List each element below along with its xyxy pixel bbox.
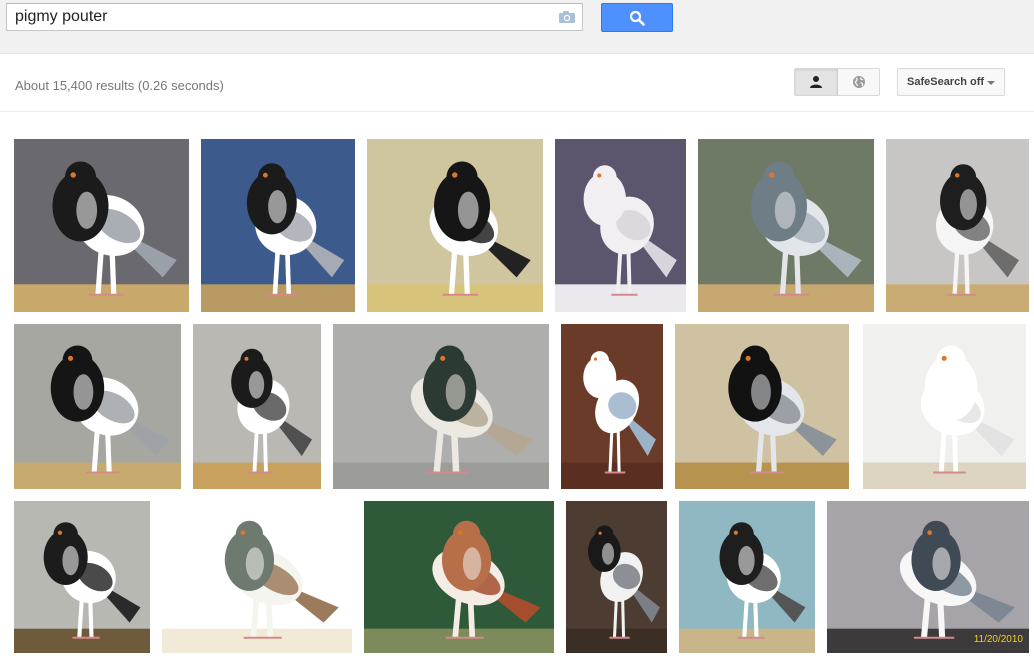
image-result-thumbnail[interactable] [14,501,150,653]
image-result-thumbnail[interactable] [675,324,849,489]
image-result-thumbnail[interactable] [863,324,1026,489]
image-result-thumbnail[interactable] [162,501,352,653]
image-result-thumbnail[interactable] [364,501,554,653]
image-result-thumbnail[interactable] [566,501,667,653]
image-result-thumbnail[interactable] [367,139,543,312]
image-result-thumbnail[interactable] [333,324,549,489]
image-result-thumbnail[interactable] [14,324,181,489]
image-result-thumbnail[interactable] [561,324,663,489]
image-result-thumbnail[interactable] [555,139,686,312]
image-result-thumbnail[interactable] [14,139,189,312]
image-date-stamp: 11/20/2010 [973,634,1023,645]
image-result-thumbnail[interactable] [201,139,355,312]
image-result-thumbnail[interactable]: 11/20/2010 [827,501,1029,653]
image-result-thumbnail[interactable] [886,139,1029,312]
image-result-thumbnail[interactable] [193,324,321,489]
image-result-thumbnail[interactable] [698,139,874,312]
image-results-grid: 11/20/2010 [0,0,1034,662]
image-result-thumbnail[interactable] [679,501,815,653]
